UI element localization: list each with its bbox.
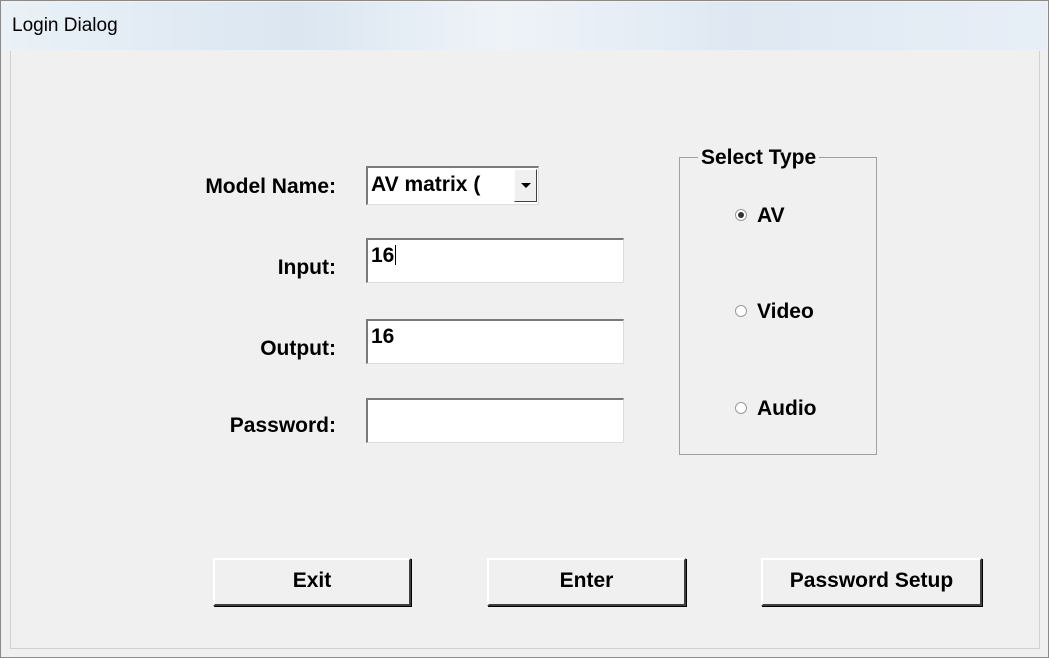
input-field-value: 16: [371, 244, 395, 267]
input-label: Input:: [277, 256, 336, 279]
password-label: Password:: [229, 414, 336, 437]
text-caret: [395, 245, 397, 265]
output-field[interactable]: 16: [366, 319, 624, 364]
radio-checked-icon: [735, 209, 747, 221]
radio-av[interactable]: AV: [735, 204, 785, 228]
radio-unchecked-icon: [735, 402, 747, 414]
select-type-title: Select Type: [698, 146, 820, 170]
dropdown-button[interactable]: [514, 169, 537, 202]
model-name-label: Model Name:: [205, 175, 336, 198]
input-field[interactable]: 16: [366, 238, 624, 283]
radio-video-label: Video: [757, 300, 814, 323]
model-name-value: AV matrix (: [371, 173, 481, 196]
radio-audio[interactable]: Audio: [735, 397, 816, 421]
radio-unchecked-icon: [735, 305, 747, 317]
enter-button[interactable]: Enter: [487, 558, 686, 606]
radio-audio-label: Audio: [757, 397, 817, 420]
title-bar[interactable]: Login Dialog: [2, 2, 1047, 50]
chevron-down-icon: [521, 183, 531, 188]
output-label: Output:: [260, 337, 336, 360]
password-field[interactable]: [366, 398, 624, 443]
radio-video[interactable]: Video: [735, 300, 814, 324]
radio-av-label: AV: [757, 204, 785, 227]
model-name-dropdown[interactable]: AV matrix (: [366, 166, 539, 205]
exit-button[interactable]: Exit: [213, 558, 411, 606]
password-setup-button[interactable]: Password Setup: [761, 558, 982, 606]
login-dialog-window: Login Dialog Model Name: AV matrix ( Inp…: [0, 0, 1049, 658]
window-title: Login Dialog: [12, 15, 118, 36]
